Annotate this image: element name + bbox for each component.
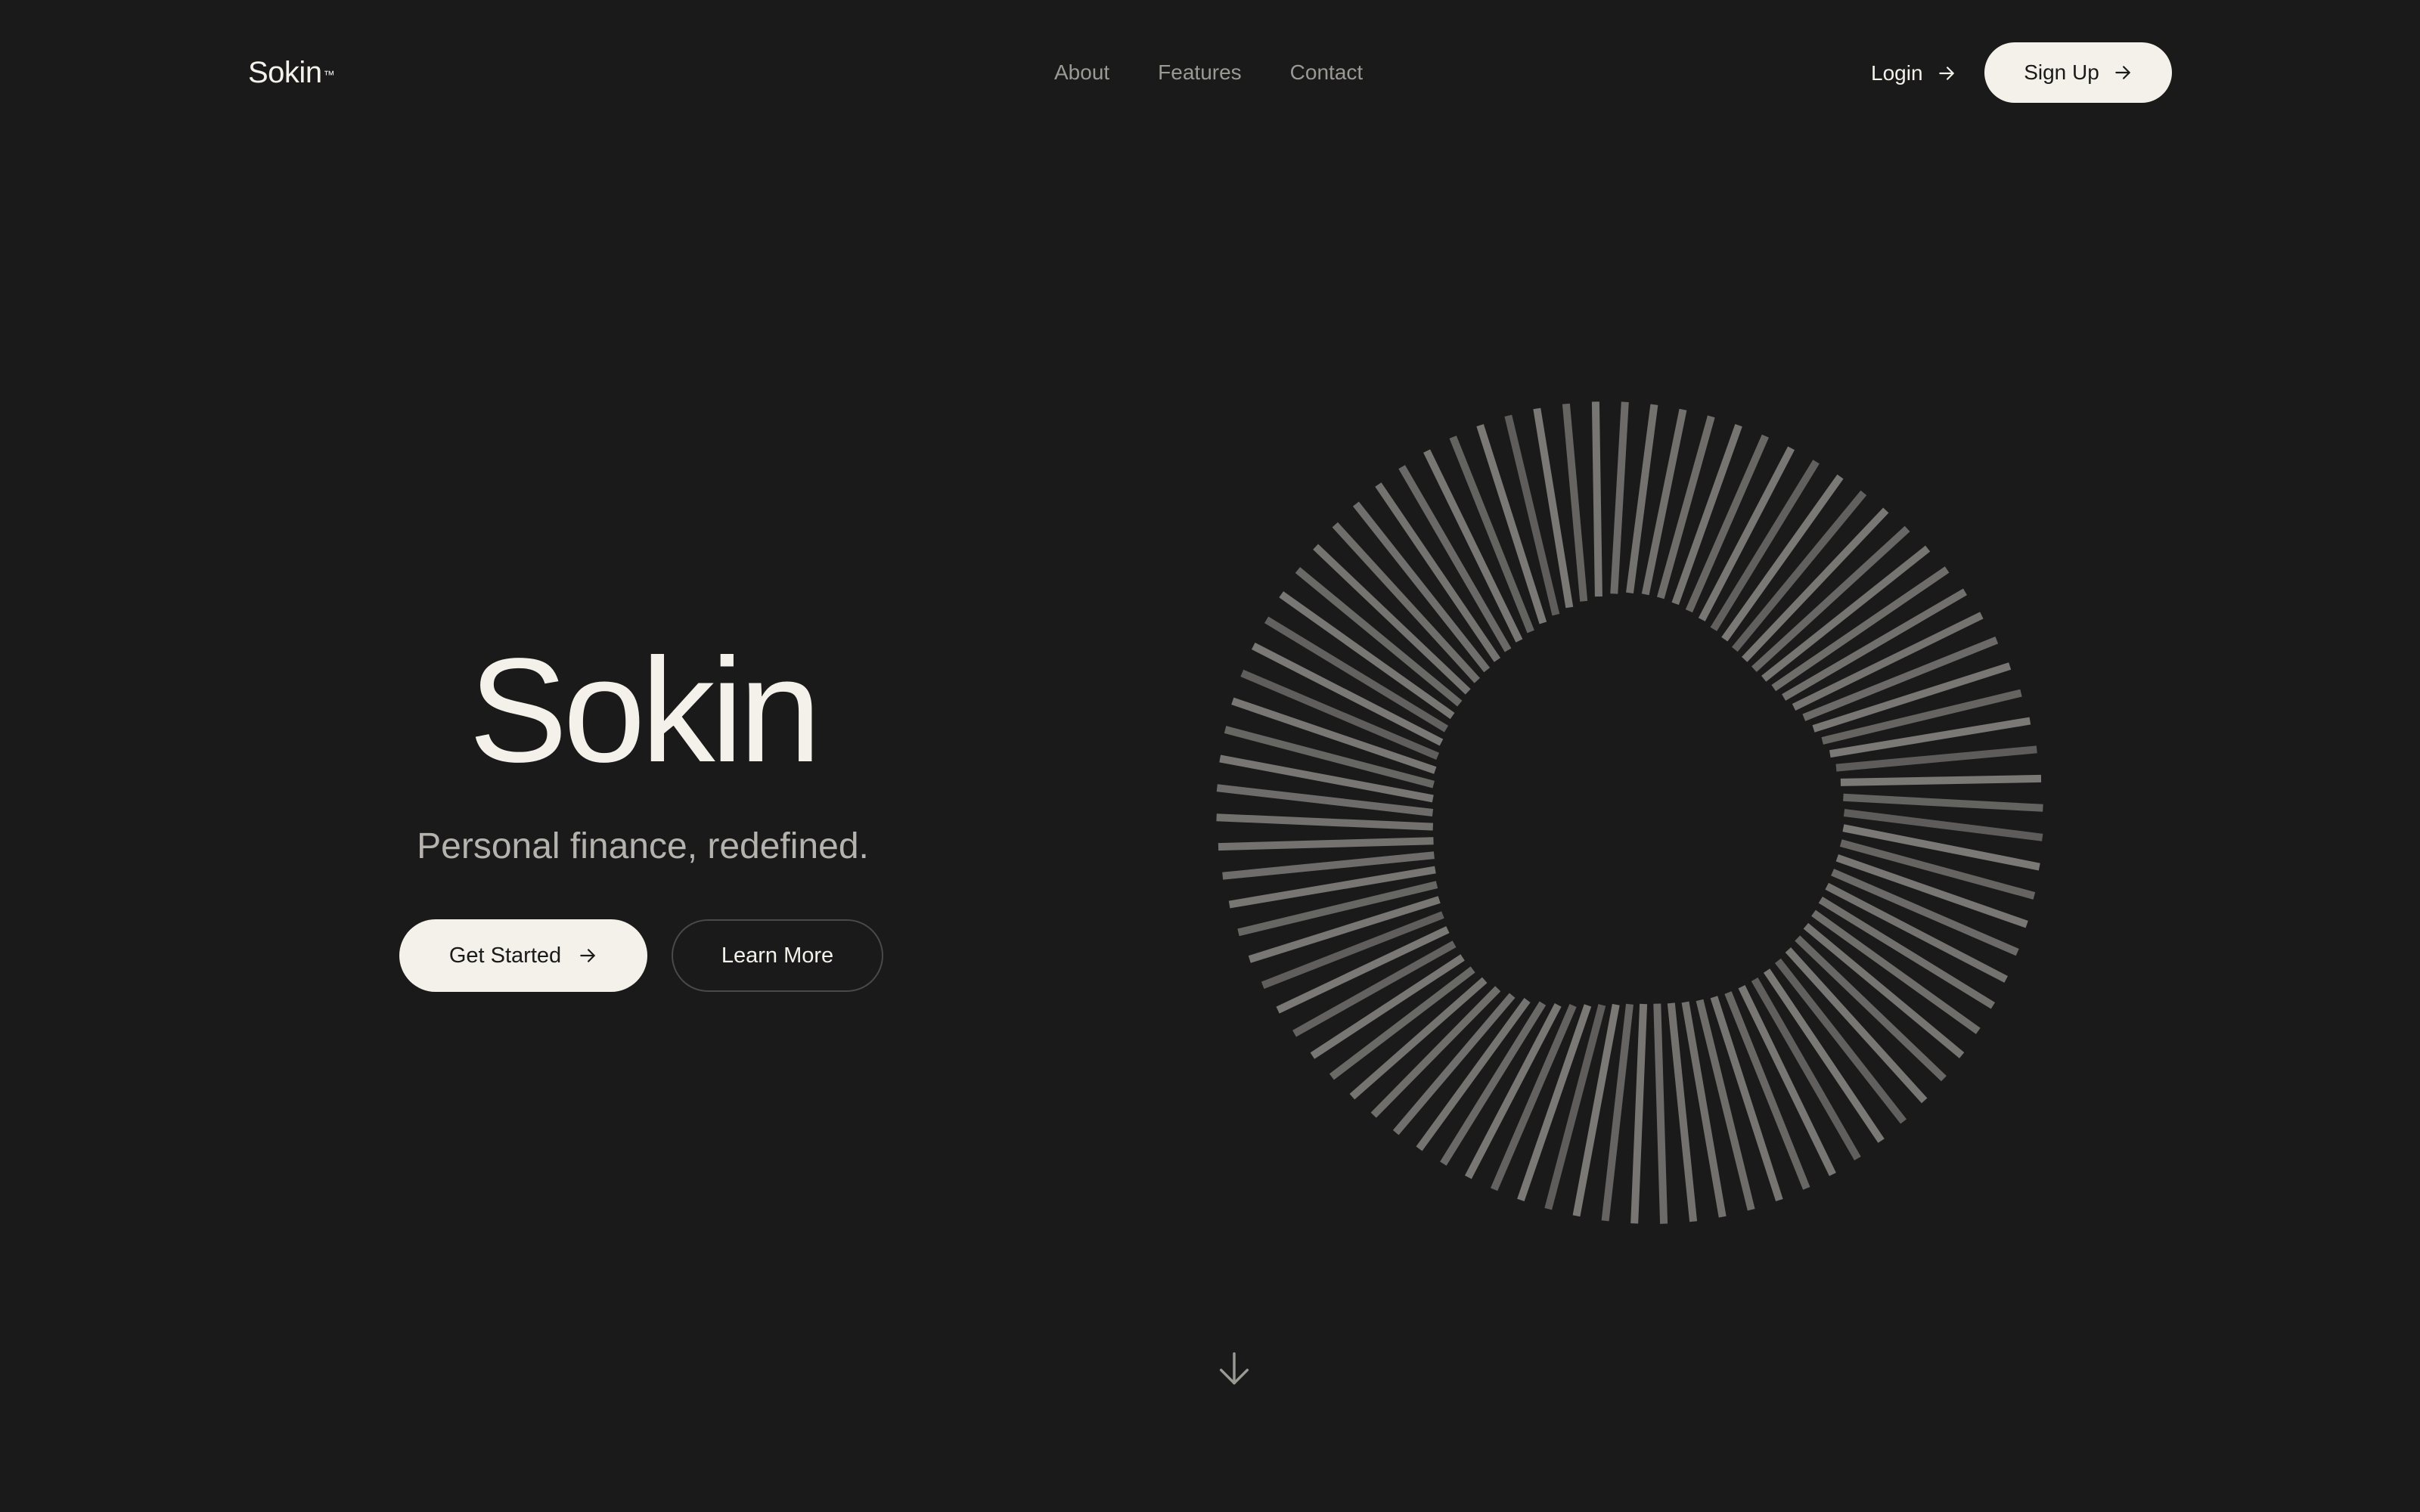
get-started-button[interactable]: Get Started (399, 919, 647, 992)
radial-bar (1349, 977, 1488, 1100)
radial-bar (1843, 793, 2043, 812)
nav-link-contact[interactable]: Contact (1290, 57, 1364, 88)
login-label: Login (1871, 61, 1923, 85)
nav-link-about[interactable]: About (1054, 57, 1109, 88)
logo-text: Sokin (248, 56, 322, 89)
radial-bar (1829, 717, 2031, 758)
radial-bar (1840, 774, 2042, 786)
radial-bar (1398, 465, 1512, 652)
arrow-right-icon (1938, 67, 1954, 80)
radial-bar (1653, 1003, 1668, 1224)
learn-more-button[interactable]: Learn More (672, 919, 883, 992)
radial-bar (1533, 407, 1574, 609)
radial-bars-graphic (1216, 401, 2043, 1224)
radial-bar (1216, 813, 1434, 831)
hero-title: Sokin (468, 627, 821, 793)
nav-link-features[interactable]: Features (1158, 57, 1242, 88)
radial-bar (1562, 403, 1588, 602)
radial-bar (1329, 966, 1475, 1080)
radial-bar (1610, 401, 1629, 594)
radial-bar (1218, 837, 1434, 851)
arrow-right-icon (2115, 66, 2130, 79)
radial-bar (1763, 968, 1885, 1143)
radial-bar (1630, 1003, 1648, 1224)
login-link[interactable]: Login (1871, 57, 1956, 89)
trademark-mark: ™ (323, 69, 335, 82)
logo[interactable]: Sokin ™ (248, 51, 335, 94)
radial-bar (1835, 745, 2037, 772)
site-header: Sokin ™ About Features Contact Login Sign… (0, 0, 2420, 144)
radial-bar (1591, 401, 1602, 597)
sign-up-button[interactable]: Sign Up (1984, 42, 2172, 103)
sign-up-label: Sign Up (2024, 60, 2099, 84)
main-nav: About Features Contact (1054, 57, 1363, 88)
get-started-label: Get Started (448, 943, 562, 968)
radial-bar (1811, 909, 1981, 1034)
hero-subtitle: Personal finance, redefined. (417, 826, 869, 866)
arrow-down-icon[interactable] (1215, 1349, 1254, 1388)
arrow-right-icon (580, 949, 595, 962)
learn-more-label: Learn More (721, 943, 834, 968)
